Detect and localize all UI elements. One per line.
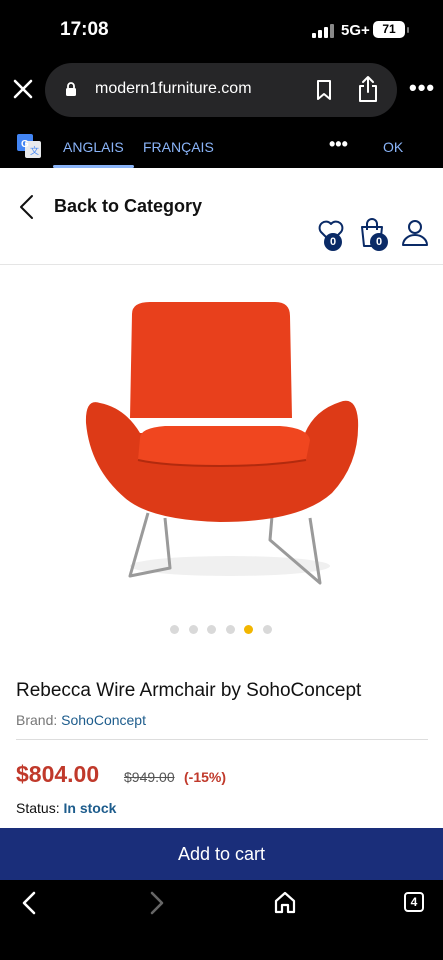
wishlist-count-badge: 0 [324, 233, 342, 251]
forward-arrow-icon[interactable] [148, 890, 166, 916]
battery-icon: 71 [373, 21, 409, 38]
clock: 17:08 [60, 19, 109, 40]
carousel-dot[interactable] [225, 625, 235, 634]
details-divider [16, 739, 428, 740]
brand-label: Brand: [16, 712, 58, 728]
image-carousel-dots[interactable] [170, 621, 281, 634]
network-type: 5G+ [341, 22, 370, 39]
svg-text:文: 文 [30, 145, 39, 156]
share-icon[interactable] [357, 75, 379, 103]
back-arrow-icon[interactable] [20, 890, 38, 916]
translate-options-icon[interactable]: ••• [329, 134, 348, 155]
carousel-dot[interactable] [207, 625, 216, 634]
add-to-cart-button[interactable]: Add to cart [0, 828, 443, 880]
close-icon[interactable] [12, 78, 34, 100]
original-price: $949.00 [124, 769, 175, 785]
product-image-armchair[interactable] [70, 298, 380, 598]
back-to-category-link[interactable]: Back to Category [54, 196, 202, 217]
status-label: Status: [16, 800, 60, 816]
tabs-count-icon[interactable]: 4 [404, 892, 424, 912]
bookmark-icon[interactable] [315, 79, 333, 101]
tab-source-language[interactable]: ANGLAIS [63, 139, 124, 155]
chevron-left-icon[interactable] [18, 194, 36, 220]
header-divider [0, 264, 443, 265]
user-icon[interactable] [401, 218, 429, 246]
google-translate-icon: G 文 [17, 134, 41, 158]
browser-toolbar: 4 [0, 880, 443, 960]
status-value: In stock [63, 800, 117, 816]
translate-bar: G 文 ANGLAIS FRANÇAIS ••• OK [0, 120, 443, 168]
home-icon[interactable] [274, 890, 296, 914]
discount-badge: (-15%) [184, 769, 227, 785]
product-page: Back to Category 0 0 Rebecca Wire Armcha… [0, 168, 443, 828]
cart-count-badge: 0 [370, 233, 388, 251]
signal-icon [312, 24, 334, 38]
more-menu-icon[interactable]: ••• [409, 75, 435, 101]
carousel-dot[interactable] [262, 625, 272, 634]
browser-address-bar: modern1furniture.com ••• [0, 60, 443, 120]
brand-link[interactable]: SohoConcept [61, 712, 146, 728]
stock-status: Status: In stock [16, 800, 116, 816]
url-field[interactable]: modern1furniture.com [45, 63, 397, 117]
status-bar: 17:08 5G+ 71 [0, 0, 443, 60]
tab-target-language[interactable]: FRANÇAIS [143, 139, 214, 155]
product-title: Rebecca Wire Armchair by SohoConcept [16, 680, 362, 701]
carousel-dot[interactable] [188, 625, 198, 634]
sale-price: $804.00 [16, 761, 100, 787]
carousel-dot[interactable] [244, 625, 253, 634]
carousel-dot[interactable] [170, 625, 179, 634]
url-domain: modern1furniture.com [95, 80, 252, 97]
lock-icon [66, 82, 76, 96]
translate-ok-button[interactable]: OK [383, 139, 403, 155]
svg-text:G: G [21, 139, 29, 150]
product-brand: Brand: SohoConcept [16, 712, 146, 728]
